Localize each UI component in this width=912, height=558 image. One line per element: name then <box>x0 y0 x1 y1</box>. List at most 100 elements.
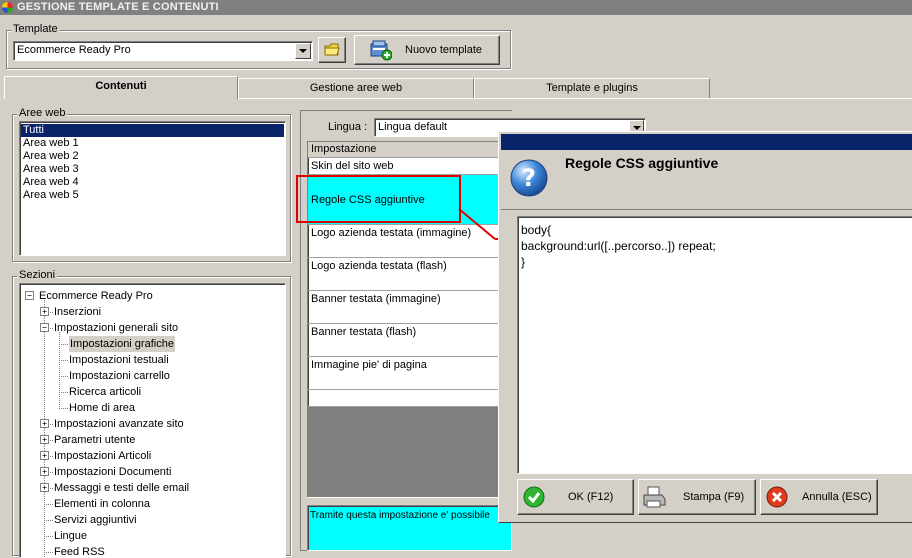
tree-item-label: Impostazioni carrello <box>69 370 170 382</box>
collapse-icon[interactable]: − <box>40 323 49 332</box>
tree-item[interactable]: + Inserzioni <box>20 304 285 320</box>
list-item[interactable]: Area web 1 <box>21 137 284 150</box>
tab-gestione-aree-web[interactable]: Gestione aree web <box>238 78 474 99</box>
chevron-down-icon <box>632 125 641 130</box>
tree-item[interactable]: Lingue <box>20 528 285 544</box>
tree-line <box>59 392 69 393</box>
folder-icon <box>324 43 340 56</box>
tree-item[interactable]: + Impostazioni Documenti <box>20 464 285 480</box>
list-item[interactable]: Area web 4 <box>21 176 284 189</box>
tree-item-label: Messaggi e testi delle email <box>54 482 190 494</box>
dialog-divider <box>501 209 912 210</box>
expand-icon[interactable]: + <box>40 435 49 444</box>
tab-template-plugins-label: Template e plugins <box>546 82 638 94</box>
ok-button-label: OK (F12) <box>568 491 614 503</box>
tree-item-label: Impostazioni Documenti <box>54 466 172 478</box>
tab-template-plugins[interactable]: Template e plugins <box>474 78 710 99</box>
print-button[interactable]: Stampa (F9) <box>638 479 756 515</box>
tree-item-label: Impostazioni testuali <box>69 354 169 366</box>
new-template-button[interactable]: Nuovo template <box>354 35 500 65</box>
tree-item-label: Impostazioni Articoli <box>54 450 152 462</box>
sezioni-label: Sezioni <box>17 269 58 282</box>
tree-item[interactable]: + Impostazioni Articoli <box>20 448 285 464</box>
tree-item[interactable]: Elementi in colonna <box>20 496 285 512</box>
print-button-label: Stampa (F9) <box>683 491 745 503</box>
ok-button[interactable]: OK (F12) <box>517 479 634 515</box>
tree-item[interactable]: Home di area <box>20 400 285 416</box>
aree-web-list[interactable]: Tutti Area web 1 Area web 2 Area web 3 A… <box>19 121 286 256</box>
tree-item-label: Ricerca articoli <box>69 386 142 398</box>
tree-item-label: Impostazioni grafiche <box>69 336 175 352</box>
css-code-textarea[interactable]: body{ background:url([..percorso..]) rep… <box>517 216 912 474</box>
cancel-icon <box>766 486 788 508</box>
new-template-label: Nuovo template <box>405 44 483 56</box>
tree-line <box>59 408 69 409</box>
code-line: background:url([..percorso..]) repeat; <box>521 239 716 253</box>
cancel-button-label: Annulla (ESC) <box>802 491 872 503</box>
grid-empty-area <box>308 407 511 497</box>
window-title-bar: GESTIONE TEMPLATE E CONTENUTI <box>0 0 912 15</box>
tab-gestione-aree-web-label: Gestione aree web <box>309 82 403 94</box>
cancel-button[interactable]: Annulla (ESC) <box>760 479 878 515</box>
tree-item[interactable]: Impostazioni grafiche <box>20 336 285 352</box>
check-icon <box>523 486 545 508</box>
list-item[interactable]: Area web 2 <box>21 150 284 163</box>
list-item[interactable]: Area web 3 <box>21 163 284 176</box>
grid-row-empty <box>308 390 511 407</box>
collapse-icon[interactable]: − <box>25 291 34 300</box>
question-icon: ? <box>510 159 548 197</box>
tab-contenuti-label: Contenuti <box>95 80 147 92</box>
tree-item[interactable]: + Messaggi e testi delle email <box>20 480 285 496</box>
tree-item-label: Impostazioni avanzate sito <box>54 418 184 430</box>
tree-item-label: Ecommerce Ready Pro <box>39 290 153 302</box>
expand-icon[interactable]: + <box>40 451 49 460</box>
expand-icon[interactable]: + <box>40 483 49 492</box>
code-line: body{ <box>521 223 552 237</box>
grid-row[interactable]: Logo azienda testata (flash) <box>308 258 511 291</box>
expand-icon[interactable]: + <box>40 467 49 476</box>
expand-icon[interactable]: + <box>40 419 49 428</box>
tree-item[interactable]: + Impostazioni avanzate sito <box>20 416 285 432</box>
expand-icon[interactable]: + <box>40 307 49 316</box>
annotation-highlight-box <box>296 175 461 223</box>
open-folder-button[interactable] <box>318 37 346 63</box>
app-icon <box>2 2 13 13</box>
tree-line <box>44 552 54 553</box>
tree-item-label: Servizi aggiuntivi <box>54 514 137 526</box>
template-select[interactable]: Ecommerce Ready Pro <box>13 41 313 61</box>
tree-item-label: Home di area <box>69 402 136 414</box>
tab-contenuti[interactable]: Contenuti <box>4 76 238 99</box>
dialog-title: Regole CSS aggiuntive <box>565 155 719 171</box>
tree-item[interactable]: Impostazioni carrello <box>20 368 285 384</box>
grid-row[interactable]: Banner testata (immagine) <box>308 291 511 324</box>
new-template-icon <box>370 40 392 61</box>
tree-item[interactable]: − Ecommerce Ready Pro <box>20 288 285 304</box>
description-text: Tramite questa impostazione e' possibile <box>310 510 490 521</box>
tree-item-label: Inserzioni <box>54 306 102 318</box>
sezioni-tree[interactable]: − Ecommerce Ready Pro + Inserzioni − Impostaz… <box>19 283 286 558</box>
tree-item-label: Elementi in colonna <box>54 498 151 510</box>
tree-item[interactable]: Impostazioni testuali <box>20 352 285 368</box>
template-group-label: Template <box>11 23 60 36</box>
list-item[interactable]: Area web 5 <box>21 189 284 202</box>
tree-item[interactable]: Ricerca articoli <box>20 384 285 400</box>
grid-row[interactable]: Immagine pie' di pagina <box>308 357 511 390</box>
code-line: } <box>521 255 526 269</box>
css-rules-dialog: ? Regole CSS aggiuntive body{ background… <box>498 131 912 523</box>
template-dropdown-button[interactable] <box>295 43 311 59</box>
window-title: GESTIONE TEMPLATE E CONTENUTI <box>17 1 219 13</box>
list-item[interactable]: Tutti <box>21 124 284 137</box>
tree-item[interactable]: Feed RSS <box>20 544 285 558</box>
tree-item[interactable]: + Parametri utente <box>20 432 285 448</box>
tree-item[interactable]: Servizi aggiuntivi <box>20 512 285 528</box>
svg-text:?: ? <box>522 164 536 192</box>
tree-item[interactable]: − Impostazioni generali sito <box>20 320 285 336</box>
tree-line <box>44 520 54 521</box>
tree-line <box>59 360 69 361</box>
tree-line <box>59 344 69 345</box>
grid-row[interactable]: Banner testata (flash) <box>308 324 511 357</box>
grid-row[interactable]: Skin del sito web <box>308 158 511 175</box>
grid-header: Impostazione <box>308 142 511 158</box>
tree-line <box>44 504 54 505</box>
tree-item-label: Feed RSS <box>54 546 105 558</box>
